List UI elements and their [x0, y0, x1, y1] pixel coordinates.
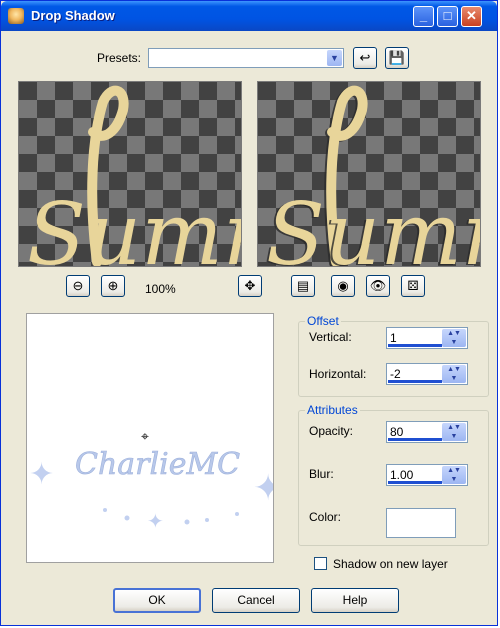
- chevron-down-icon[interactable]: ▼: [327, 50, 342, 66]
- offset-group-title: Offset: [305, 314, 341, 328]
- blur-slider[interactable]: [388, 481, 442, 484]
- auto-proof-button[interactable]: ◉: [331, 275, 355, 297]
- reset-preset-button[interactable]: ↩: [353, 47, 377, 69]
- attributes-group-title: Attributes: [305, 403, 360, 417]
- zoom-in-button[interactable]: ⊕: [101, 275, 125, 297]
- presets-dropdown[interactable]: ▼: [148, 48, 344, 68]
- close-button[interactable]: ✕: [461, 6, 482, 27]
- opacity-label: Opacity:: [309, 424, 354, 438]
- svg-text:✦: ✦: [147, 511, 164, 533]
- vertical-value: 1: [390, 331, 397, 345]
- blur-input[interactable]: 1.00 ▲▼ ▼: [386, 464, 468, 486]
- vertical-slider[interactable]: [388, 344, 442, 347]
- vertical-label: Vertical:: [309, 330, 352, 344]
- presets-label: Presets:: [97, 51, 142, 65]
- app-icon: [8, 8, 24, 24]
- ok-button[interactable]: OK: [113, 588, 201, 613]
- before-preview-word: Summ: [27, 185, 241, 266]
- preview-on-image-button[interactable]: 👁: [366, 275, 390, 297]
- dice-icon: ⚄: [407, 278, 419, 293]
- opacity-input[interactable]: 80 ▲▼ ▼: [386, 421, 468, 443]
- proof-icon: ▤: [296, 278, 310, 293]
- auto-proof-icon: ◉: [337, 278, 349, 293]
- before-preview[interactable]: Summ: [18, 81, 242, 267]
- help-button[interactable]: Help: [311, 588, 399, 613]
- zoom-out-button[interactable]: ⊖: [66, 275, 90, 297]
- proof-button[interactable]: ▤: [291, 275, 315, 297]
- opacity-slider[interactable]: [388, 438, 442, 441]
- pan-button[interactable]: ✥: [238, 275, 262, 297]
- color-label: Color:: [309, 510, 342, 524]
- window-title: Drop Shadow: [31, 8, 115, 23]
- before-preview-image: Summ: [27, 85, 241, 266]
- shadow-new-layer-checkbox[interactable]: [314, 557, 327, 570]
- blur-label: Blur:: [309, 467, 334, 481]
- after-preview[interactable]: Summ Summ: [257, 81, 481, 267]
- svg-text:✦: ✦: [253, 467, 274, 508]
- reset-icon: ↩: [359, 50, 371, 65]
- zoom-in-icon: ⊕: [107, 278, 119, 293]
- horizontal-label: Horizontal:: [309, 367, 367, 381]
- horizontal-input[interactable]: -2 ▲▼ ▼: [386, 363, 468, 385]
- move-icon: ✥: [244, 278, 256, 293]
- save-icon: 💾: [388, 50, 406, 65]
- horizontal-slider[interactable]: [388, 380, 442, 383]
- opacity-spin-buttons[interactable]: ▲▼ ▼: [442, 423, 466, 441]
- vertical-spin-buttons[interactable]: ▲▼ ▼: [442, 329, 466, 347]
- offset-pad[interactable]: ⌖ CharlieMC ✦ ✦ ✦: [26, 313, 274, 563]
- blur-value: 1.00: [390, 468, 414, 482]
- opacity-value: 80: [390, 425, 404, 439]
- watermark: CharlieMC ✦ ✦ ✦: [29, 447, 274, 533]
- horizontal-spin-buttons[interactable]: ▲▼ ▼: [442, 365, 466, 383]
- color-swatch[interactable]: [386, 508, 456, 538]
- minimize-button[interactable]: _: [413, 6, 434, 27]
- watermark-text: CharlieMC: [75, 447, 240, 482]
- shadow-new-layer-label: Shadow on new layer: [333, 557, 448, 571]
- svg-text:✦: ✦: [29, 458, 54, 491]
- title-bar[interactable]: Drop Shadow _ □ ✕: [1, 1, 497, 31]
- cancel-button[interactable]: Cancel: [212, 588, 300, 613]
- maximize-button[interactable]: □: [437, 6, 458, 27]
- randomize-button[interactable]: ⚄: [401, 275, 425, 297]
- zoom-level: 100%: [145, 282, 176, 296]
- after-preview-word: Summ: [266, 185, 480, 266]
- horizontal-value: -2: [390, 367, 401, 381]
- save-preset-button[interactable]: 💾: [385, 47, 409, 69]
- zoom-out-icon: ⊖: [72, 278, 84, 293]
- vertical-input[interactable]: 1 ▲▼ ▼: [386, 327, 468, 349]
- eye-icon: 👁: [369, 278, 387, 293]
- blur-spin-buttons[interactable]: ▲▼ ▼: [442, 466, 466, 484]
- after-preview-image: Summ Summ: [264, 85, 480, 266]
- drop-shadow-dialog: Drop Shadow _ □ ✕ Presets: ▼ ↩ 💾 Summ Su…: [0, 0, 498, 626]
